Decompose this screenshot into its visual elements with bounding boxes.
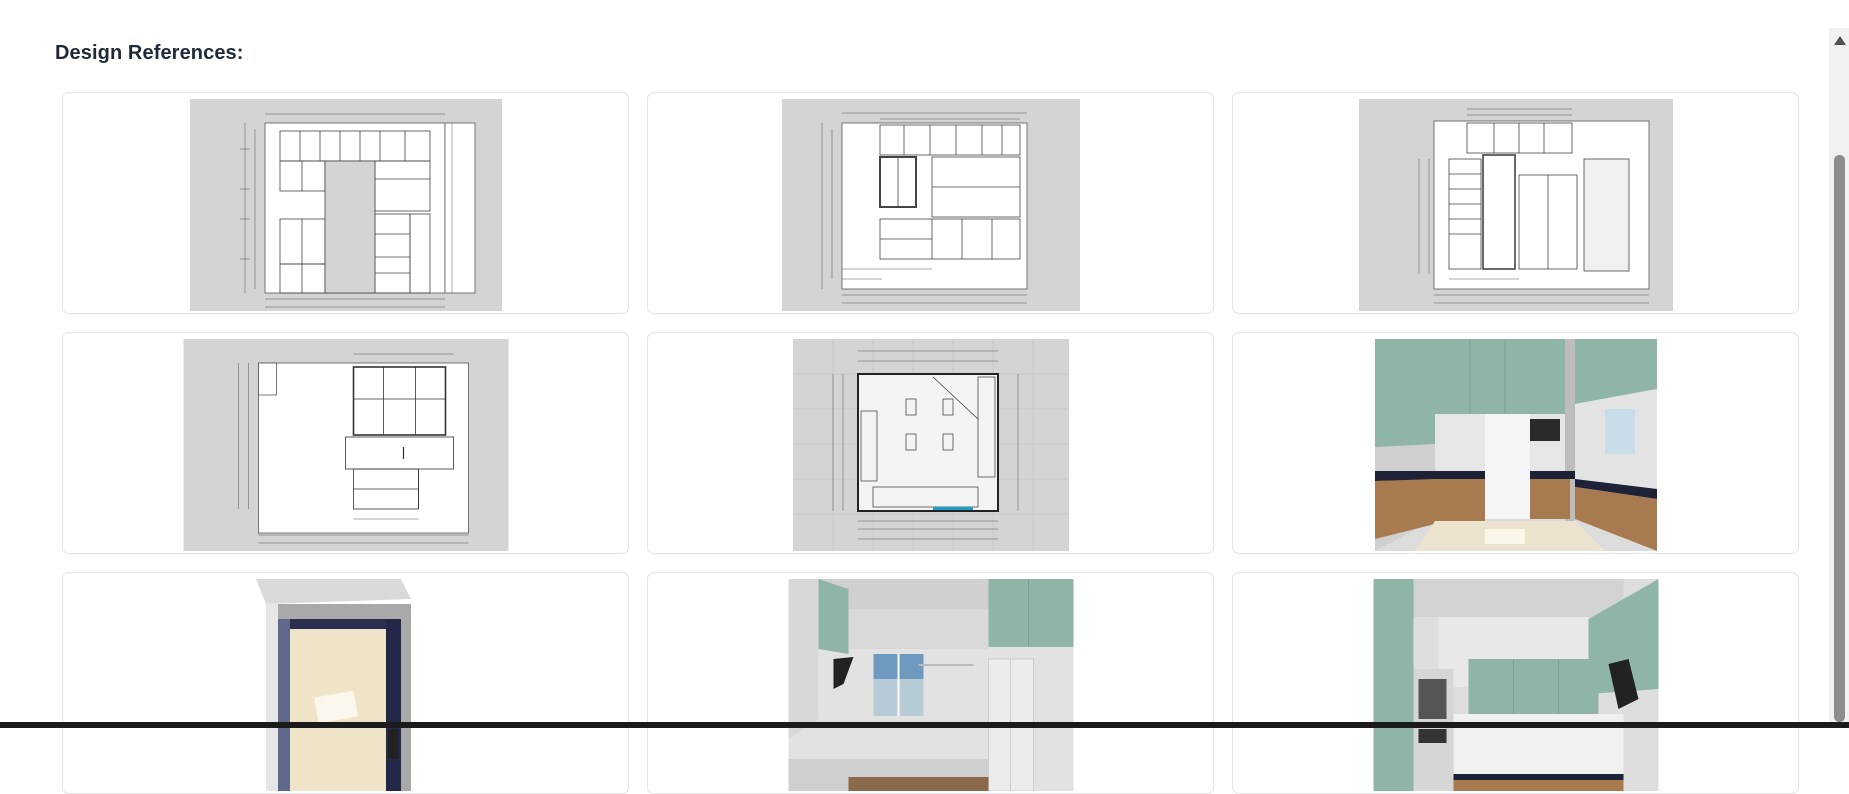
reference-card[interactable] [647, 332, 1214, 554]
reference-card[interactable] [1232, 332, 1799, 554]
vertical-scrollbar[interactable] [1829, 28, 1849, 722]
scroll-up-arrow-icon[interactable] [1834, 36, 1846, 45]
reference-image-kitchen-render-1[interactable] [1374, 339, 1657, 551]
reference-card[interactable] [62, 92, 629, 314]
scrollbar-thumb[interactable] [1834, 155, 1845, 722]
reference-card[interactable] [62, 332, 629, 554]
reference-card[interactable] [1232, 572, 1799, 794]
reference-image-elevation-1[interactable] [189, 99, 502, 311]
design-references-page: Design References: [0, 0, 1849, 794]
reference-image-floor-plan[interactable] [792, 339, 1069, 551]
section-title: Design References: [55, 42, 244, 64]
reference-card[interactable] [62, 572, 629, 794]
reference-image-elevation-4[interactable] [183, 339, 508, 551]
bottom-edge-bar [0, 722, 1849, 728]
reference-card[interactable] [1232, 92, 1799, 314]
reference-image-kitchen-render-3[interactable] [1373, 579, 1658, 791]
reference-image-elevation-2[interactable] [781, 99, 1080, 311]
reference-image-kitchen-top-view[interactable] [255, 579, 436, 791]
reference-image-elevation-3[interactable] [1358, 99, 1673, 311]
reference-card[interactable] [647, 92, 1214, 314]
reference-image-kitchen-render-2[interactable] [788, 579, 1073, 791]
reference-card[interactable] [647, 572, 1214, 794]
